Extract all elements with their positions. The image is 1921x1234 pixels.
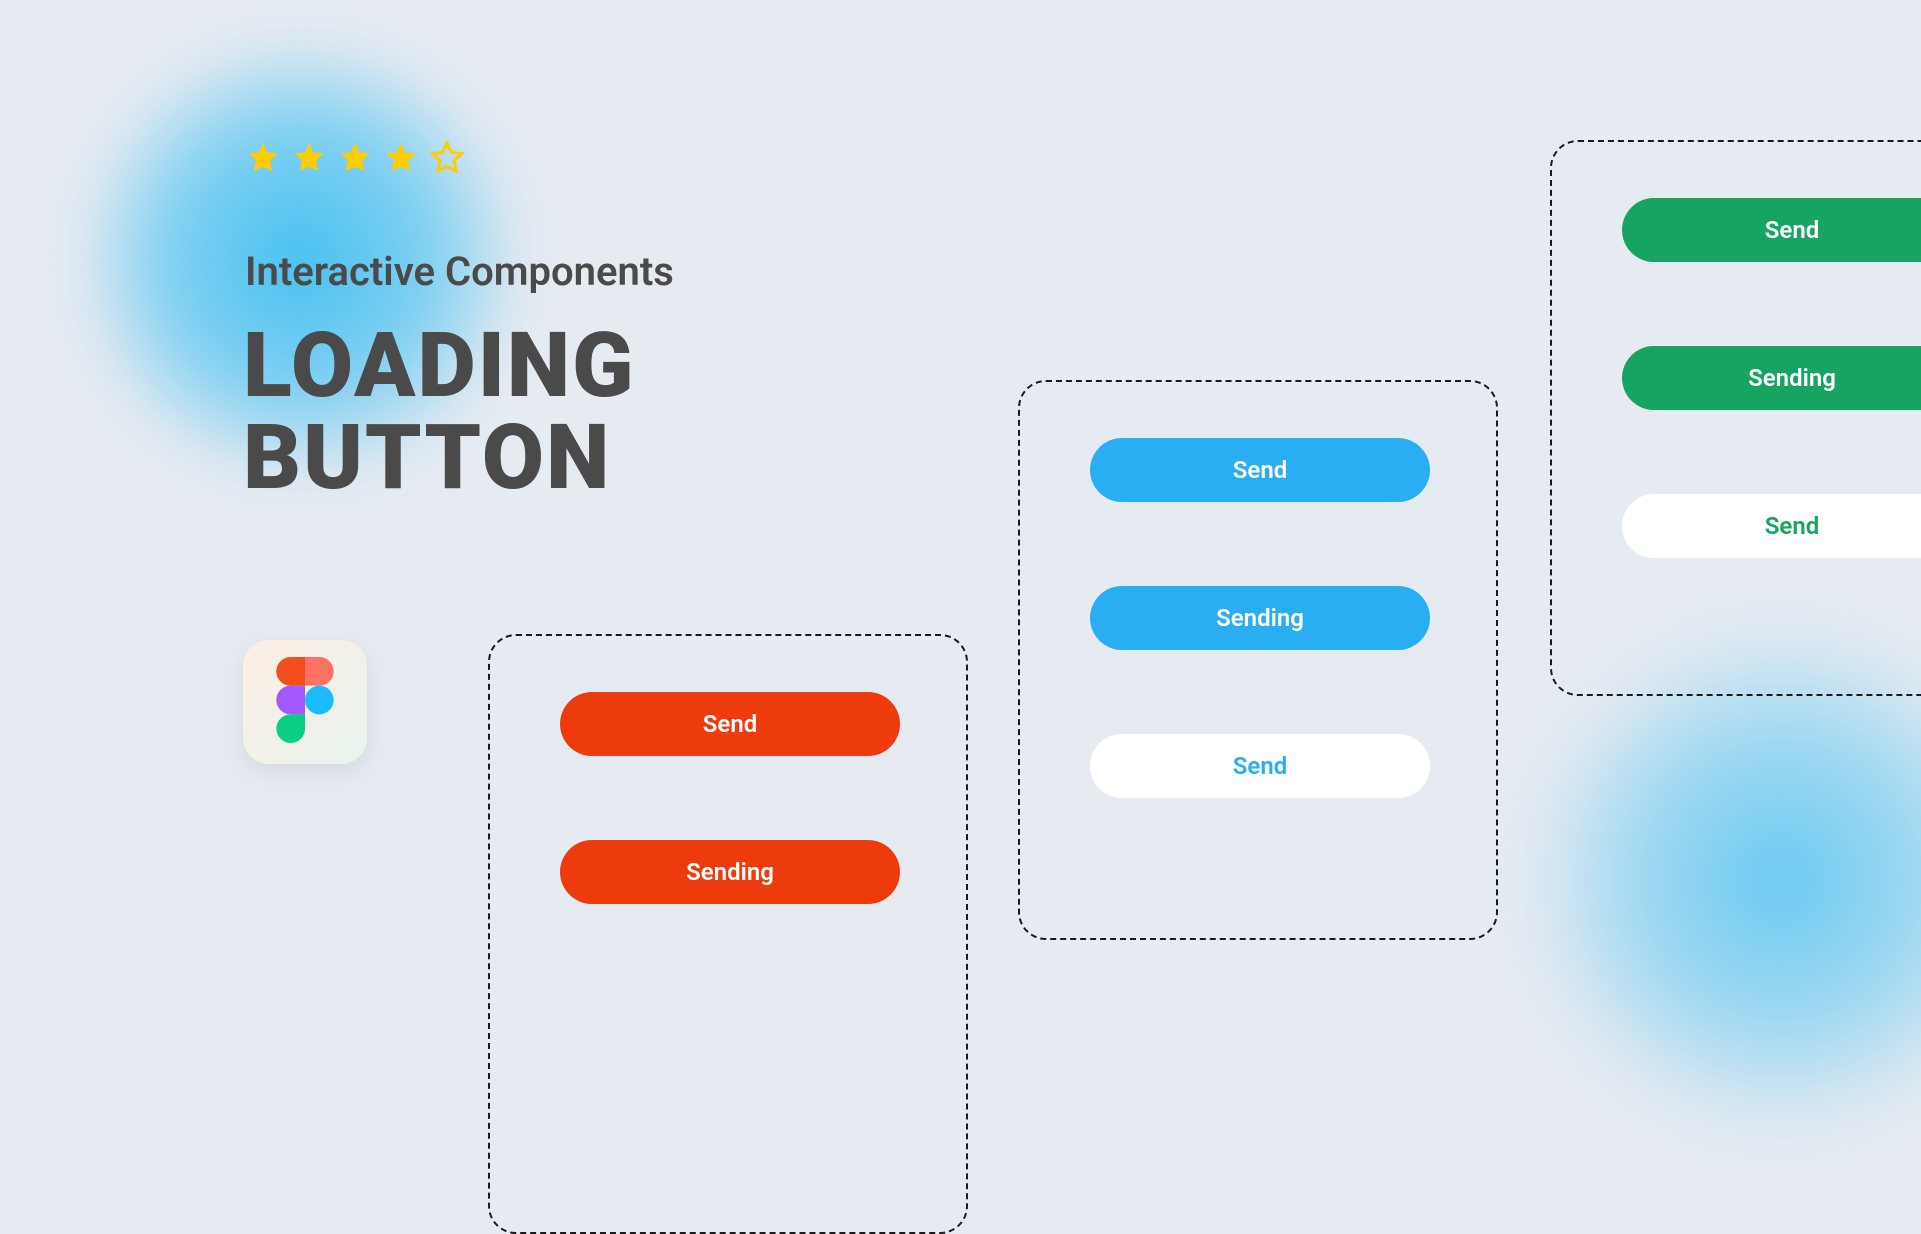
title-line-2: BUTTON bbox=[243, 405, 611, 510]
sending-button[interactable]: Sending bbox=[1090, 586, 1430, 650]
component-panel-red: Send Sending bbox=[488, 634, 968, 1234]
figma-icon bbox=[276, 657, 334, 747]
page-subtitle: Interactive Components bbox=[245, 248, 674, 295]
title-line-1: LOADING bbox=[243, 313, 635, 418]
rating-stars bbox=[245, 140, 465, 180]
component-panel-green: Send Sending Send bbox=[1550, 140, 1921, 696]
send-button-outline[interactable]: Send bbox=[1090, 734, 1430, 798]
page-title: LOADING BUTTON bbox=[243, 320, 635, 504]
send-button[interactable]: Send bbox=[1622, 198, 1921, 262]
sending-button[interactable]: Sending bbox=[560, 840, 900, 904]
star-icon bbox=[383, 140, 419, 180]
star-outline-icon bbox=[429, 140, 465, 180]
star-icon bbox=[337, 140, 373, 180]
sending-button[interactable]: Sending bbox=[1622, 346, 1921, 410]
send-button[interactable]: Send bbox=[1090, 438, 1430, 502]
send-button[interactable]: Send bbox=[560, 692, 900, 756]
component-panel-blue: Send Sending Send bbox=[1018, 380, 1498, 940]
star-icon bbox=[245, 140, 281, 180]
decorative-blob-bottom-right bbox=[1521, 620, 1921, 1140]
figma-logo-tile bbox=[243, 640, 367, 764]
star-icon bbox=[291, 140, 327, 180]
send-button-outline[interactable]: Send bbox=[1622, 494, 1921, 558]
